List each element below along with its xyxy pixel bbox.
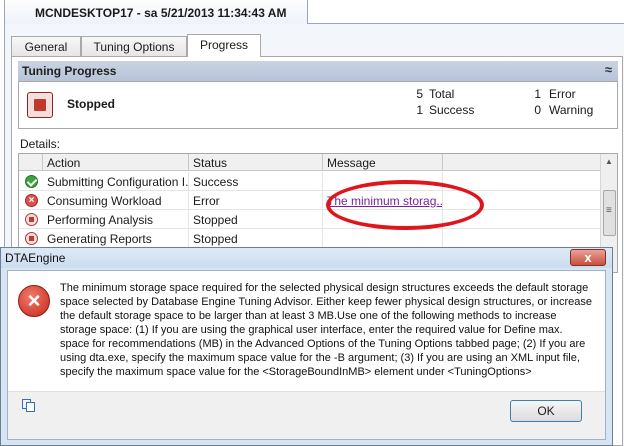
tuning-progress-header: Tuning Progress ≈ [18, 61, 618, 81]
session-tab[interactable]: MCNDESKTOP17 - sa 5/21/2013 11:34:43 AM [4, 0, 308, 24]
session-title: MCNDESKTOP17 - sa 5/21/2013 11:34:43 AM [35, 6, 287, 20]
copy-icon[interactable] [22, 399, 36, 413]
cell-message: The minimum storag... [323, 191, 443, 210]
cell-status: Stopped [189, 229, 323, 248]
close-button[interactable]: x [570, 249, 606, 266]
row-status-cell [19, 229, 43, 248]
cell-status: Stopped [189, 210, 323, 229]
cell-action: Performing Analysis [43, 210, 189, 229]
metric-error-value: 1 [534, 87, 541, 101]
tab-tuning-options[interactable]: Tuning Options [81, 36, 187, 56]
error-icon: × [18, 285, 50, 317]
row-status-cell [19, 172, 43, 191]
grid-header: Action Status Message [19, 154, 601, 171]
section-title: Tuning Progress [22, 64, 117, 78]
close-icon: x [584, 250, 592, 265]
details-label: Details: [20, 137, 61, 151]
error-message-link[interactable]: The minimum storag... [327, 194, 442, 208]
header-selector [19, 154, 43, 171]
collapse-chevrons-icon[interactable]: ≈ [605, 62, 612, 77]
stop-icon [25, 232, 38, 245]
table-row[interactable]: Generating Reports Stopped [19, 229, 601, 248]
cell-status: Error [189, 191, 323, 210]
tab-progress-label: Progress [199, 38, 249, 52]
tab-progress[interactable]: Progress [187, 34, 261, 57]
cell-action: Generating Reports [43, 229, 189, 248]
scrollbar-thumb[interactable] [603, 190, 616, 236]
cell-message [323, 229, 443, 248]
tab-general[interactable]: General [11, 36, 81, 56]
dialog-title: DTAEngine [5, 251, 66, 265]
success-check-icon [25, 175, 38, 188]
error-dialog: DTAEngine x × The minimum storage space … [0, 247, 613, 446]
metric-warning-label: Warning [549, 103, 594, 117]
table-row[interactable]: Performing Analysis Stopped [19, 210, 601, 229]
error-message-text: The minimum storage space required for t… [60, 282, 592, 378]
cell-message [323, 210, 443, 229]
tuning-status-text: Stopped [67, 97, 115, 111]
tab-general-label: General [24, 40, 68, 54]
stop-icon [27, 92, 53, 118]
metric-warning-value: 0 [534, 103, 541, 117]
scroll-up-arrow-icon[interactable]: ▲ [605, 157, 613, 166]
row-status-cell [19, 210, 43, 229]
metric-total-label: Total [429, 87, 455, 101]
cell-action: Consuming Workload [43, 191, 189, 210]
column-header-status[interactable]: Status [189, 154, 323, 171]
metric-success-value: 1 [416, 103, 423, 117]
cell-message [323, 172, 443, 191]
column-header-action[interactable]: Action [43, 154, 189, 171]
dialog-titlebar[interactable]: DTAEngine x [1, 248, 612, 268]
cell-action: Submitting Configuration I... [43, 172, 189, 191]
tab-tuning-options-label: Tuning Options [93, 40, 175, 54]
table-row[interactable]: × Consuming Workload Error The minimum s… [19, 191, 601, 210]
ok-button[interactable]: OK [510, 400, 582, 422]
column-header-message[interactable]: Message [323, 154, 443, 171]
metric-success-label: Success [429, 103, 475, 117]
table-row[interactable]: Submitting Configuration I... Success [19, 172, 601, 191]
metric-total-value: 5 [416, 87, 423, 101]
stop-icon [25, 213, 38, 226]
row-status-cell: × [19, 191, 43, 210]
tuning-status-panel: Stopped 5 Total 1 Success 1 Error 0 Warn… [18, 81, 618, 129]
cell-status: Success [189, 172, 323, 191]
metric-error-label: Error [549, 87, 576, 101]
ok-button-label: OK [537, 404, 555, 418]
error-x-icon: × [25, 194, 38, 207]
